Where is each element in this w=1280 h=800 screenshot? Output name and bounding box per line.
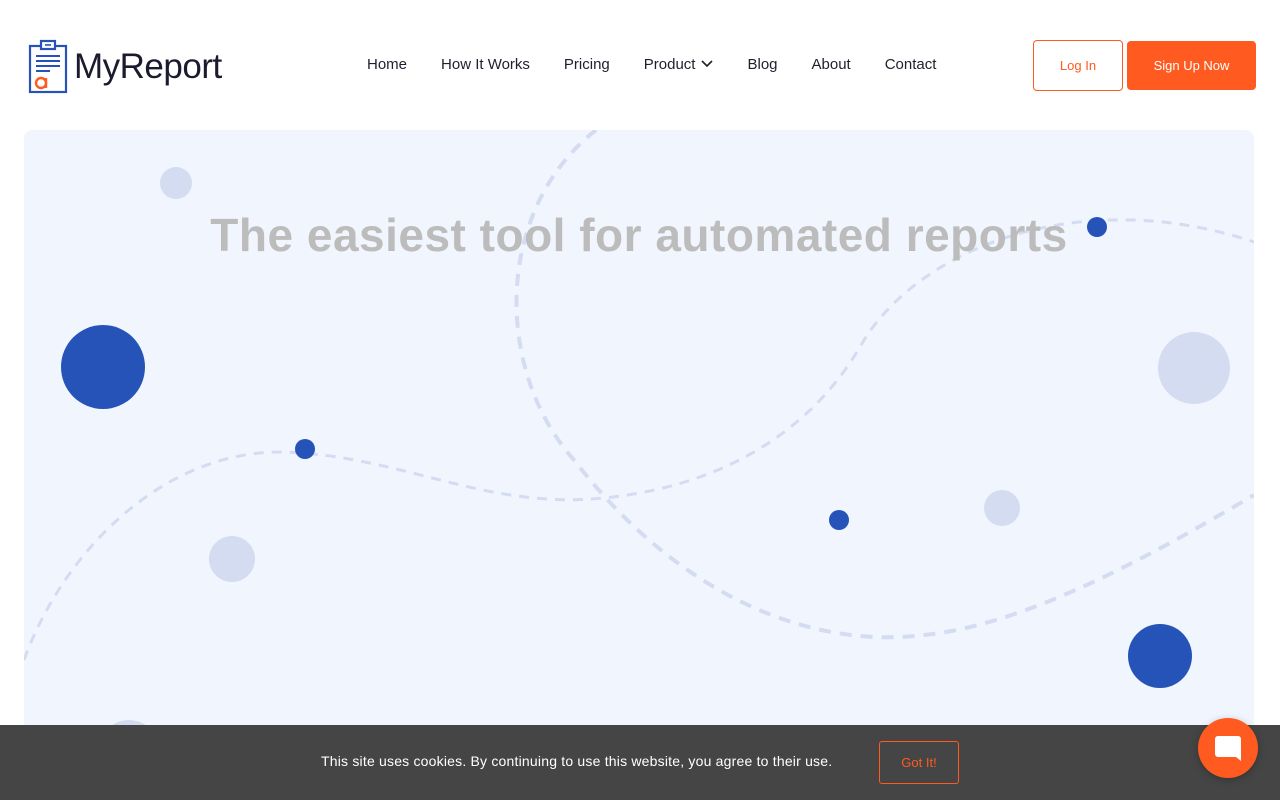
logo-link[interactable]: MyReport [28,38,222,94]
clipboard-report-icon [28,39,68,94]
decor-circle-light [160,167,192,199]
decor-dot-dark [295,439,315,459]
dashed-arc-large [514,130,1254,640]
cookie-message: This site uses cookies. By continuing to… [321,753,833,769]
login-button[interactable]: Log In [1033,40,1123,91]
nav-home[interactable]: Home [367,56,407,73]
cookie-accept-button[interactable]: Got It! [879,741,959,784]
hero-section: The easiest tool for automated reports [24,130,1254,800]
site-header: MyReport Home How It Works Pricing Produ… [0,0,1280,130]
chevron-down-icon [701,60,714,68]
signup-button[interactable]: Sign Up Now [1127,41,1256,90]
chat-bubble-icon [1215,736,1241,761]
nav-product[interactable]: Product [644,56,714,73]
nav-contact[interactable]: Contact [885,56,937,73]
decor-circle-dark [61,325,145,409]
nav-blog[interactable]: Blog [747,56,777,73]
nav-pricing[interactable]: Pricing [564,56,610,73]
nav-how-it-works[interactable]: How It Works [441,56,530,73]
main-nav: Home How It Works Pricing Product Blog A… [350,50,953,78]
decor-dot-dark [829,510,849,530]
decor-circle-light [984,490,1020,526]
nav-about[interactable]: About [812,56,851,73]
chat-launcher-button[interactable] [1198,718,1258,778]
cookie-banner: This site uses cookies. By continuing to… [0,725,1280,800]
decor-circle-light [209,536,255,582]
decor-circle-light [1158,332,1230,404]
decor-circle-dark [1128,624,1192,688]
hero-title: The easiest tool for automated reports [210,209,1068,261]
brand-name: MyReport [74,46,222,86]
nav-product-label: Product [643,55,696,73]
